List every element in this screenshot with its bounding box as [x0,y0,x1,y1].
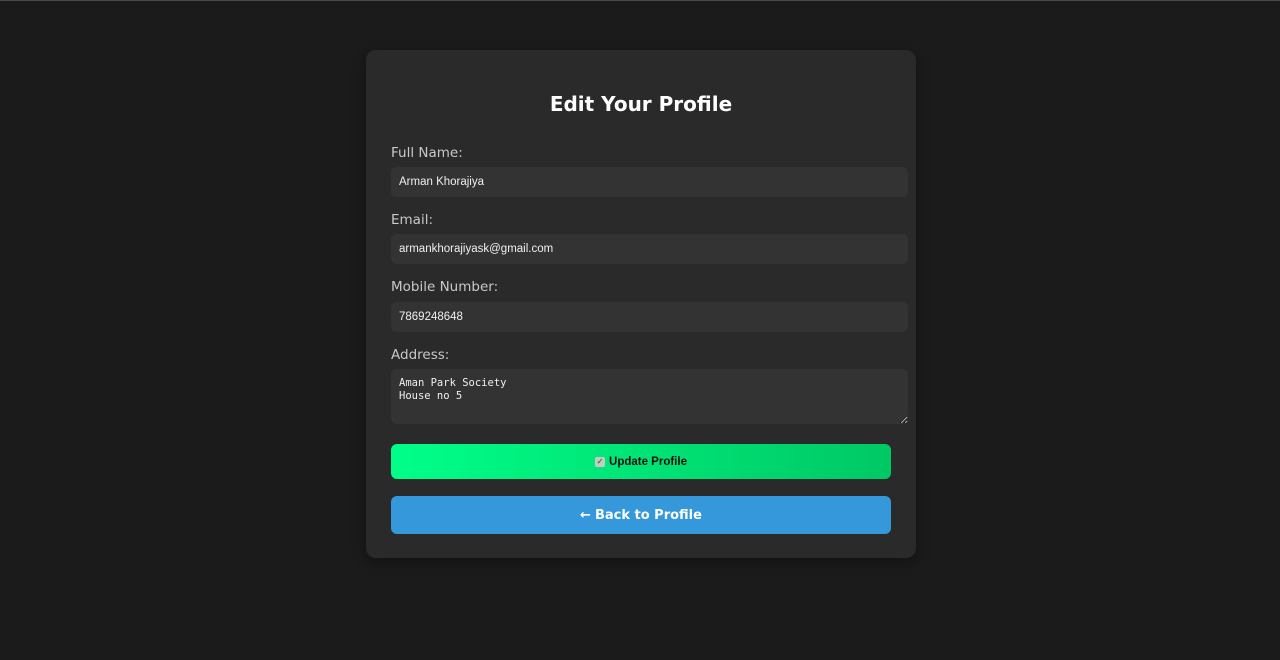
update-profile-button[interactable]: ✓ Update Profile [391,444,891,479]
full-name-label: Full Name: [391,145,463,161]
check-icon: ✓ [595,456,606,467]
page-title: Edit Your Profile [549,92,733,116]
back-to-profile-label: Back to Profile [594,507,702,523]
edit-profile-card: Edit Your Profile Full Name: Email: Mobi… [366,50,916,558]
arrow-left-icon: ← [580,507,591,523]
update-profile-label: Update Profile [609,455,687,468]
full-name-input[interactable] [391,167,908,197]
address-label: Address: [391,347,450,363]
email-label: Email: [391,212,434,228]
top-divider [0,0,1280,1]
email-input[interactable] [391,234,908,264]
mobile-number-label: Mobile Number: [391,279,499,295]
mobile-number-input[interactable] [391,302,908,332]
back-to-profile-button[interactable]: ← Back to Profile [391,496,891,534]
address-textarea[interactable]: Aman Park Society House no 5 [391,369,908,424]
